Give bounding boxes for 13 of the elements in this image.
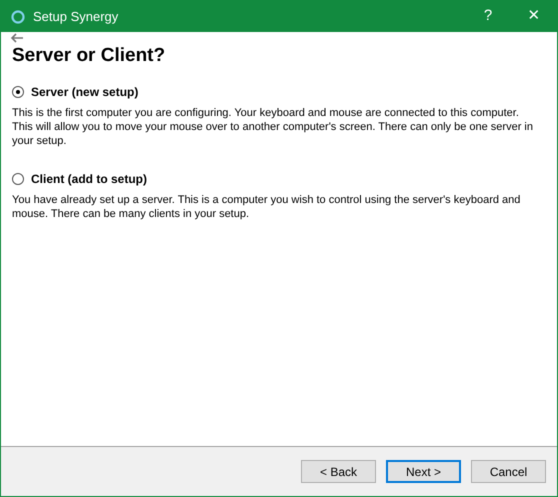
radio-option[interactable]: Client (add to setup) (12, 170, 147, 188)
ring-logo-icon (11, 10, 25, 24)
radio-option[interactable]: Server (new setup) (12, 83, 138, 101)
dialog-button[interactable]: Cancel (471, 460, 546, 483)
help-button[interactable]: ? (465, 1, 511, 32)
dialog-button[interactable]: Next > (386, 460, 461, 483)
close-button[interactable]: ✕ (511, 1, 557, 32)
option-description: You have already set up a server. This is a computer you wish to control using the server's keyboard and mouse. There can be many clients in your setup. (12, 193, 522, 221)
option-description: This is the first computer you are configuring. Your keyboard and mouse are connected to this computer. This will allow you to move your mouse over to another computer's screen. There can only be one server in your setup. (12, 106, 534, 148)
back-arrow-icon (10, 33, 24, 43)
dialog-button[interactable]: < Back (301, 460, 376, 483)
window-title: Setup Synergy (33, 8, 118, 26)
page-heading: Server or Client? (12, 44, 166, 68)
